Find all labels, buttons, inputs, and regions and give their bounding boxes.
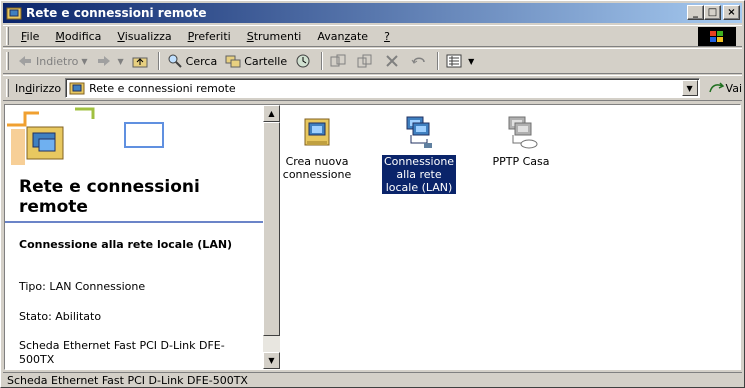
maximize-button[interactable]: □ xyxy=(704,5,721,20)
address-bar: Indirizzo Rete e connessioni remote ▼ Va… xyxy=(3,75,742,101)
new-connection-icon xyxy=(304,118,330,146)
back-dropdown-icon[interactable]: ▼ xyxy=(81,57,87,66)
delete-button[interactable] xyxy=(380,50,407,72)
menu-preferiti[interactable]: Preferiti xyxy=(180,30,239,43)
back-label: Indietro xyxy=(36,54,79,68)
folders-label: Cartelle xyxy=(244,54,288,68)
forward-dropdown-icon[interactable]: ▼ xyxy=(118,57,124,66)
windows-logo-icon xyxy=(698,27,736,46)
search-label: Cerca xyxy=(185,54,218,68)
connection-adapter: Scheda Ethernet Fast PCI D-Link DFE-500T… xyxy=(19,339,225,366)
standard-toolbar: Indietro ▼ ▼ Cerca Cartelle ▼ xyxy=(3,48,742,74)
item-label: Connessione alla rete locale (LAN) xyxy=(381,155,457,194)
forward-arrow-icon xyxy=(97,56,110,66)
address-dropdown-icon[interactable]: ▼ xyxy=(681,80,698,96)
item-label: PPTP Casa xyxy=(492,155,550,168)
scroll-down-button[interactable]: ▼ xyxy=(263,352,280,369)
up-folder-button[interactable] xyxy=(128,50,155,72)
menu-visualizza[interactable]: Visualizza xyxy=(109,30,179,43)
connections-list: Crea nuova connessione Connessione alla … xyxy=(281,105,740,369)
up-folder-icon xyxy=(132,57,148,68)
move-to-icon xyxy=(330,54,346,67)
vpn-connection-icon xyxy=(508,116,538,149)
list-item-new-connection[interactable]: Crea nuova connessione xyxy=(281,109,353,181)
scroll-thumb[interactable] xyxy=(263,122,280,336)
minimize-button[interactable]: _ xyxy=(687,5,704,20)
address-value: Rete e connessioni remote xyxy=(89,81,236,95)
connection-type: Tipo: LAN Connessione xyxy=(19,280,146,293)
menu-avanzate[interactable]: Avanzate xyxy=(309,30,376,43)
views-button[interactable]: ▼ xyxy=(442,50,478,72)
forward-button[interactable]: ▼ xyxy=(92,50,128,72)
selected-connection-title: Connessione alla rete locale (LAN) xyxy=(19,238,233,251)
move-to-button[interactable] xyxy=(326,50,353,72)
address-label: Indirizzo xyxy=(14,81,62,95)
details-header: Rete e connessioni remote xyxy=(5,105,263,223)
search-icon xyxy=(168,54,182,68)
go-button[interactable]: Vai xyxy=(708,80,742,96)
toolbar-separator xyxy=(157,52,160,70)
network-folder-icon xyxy=(69,82,85,95)
address-input[interactable]: Rete e connessioni remote ▼ xyxy=(65,78,700,98)
copy-to-button[interactable] xyxy=(353,50,380,72)
close-button[interactable]: × xyxy=(723,5,740,20)
go-label: Vai xyxy=(725,81,742,95)
toolbar-separator xyxy=(437,52,440,70)
toolbar-separator xyxy=(321,52,324,70)
undo-icon xyxy=(411,57,425,64)
folders-button[interactable]: Cartelle xyxy=(221,50,291,72)
list-item-vpn-connection[interactable]: PPTP Casa xyxy=(485,109,557,168)
explorer-window: Rete e connessioni remote _ □ × File Mod… xyxy=(0,0,745,388)
menu-grip[interactable] xyxy=(6,27,9,45)
scroll-up-button[interactable]: ▲ xyxy=(263,105,280,122)
menu-bar: File Modifica Visualizza Preferiti Strum… xyxy=(3,25,742,47)
copy-to-icon xyxy=(357,54,372,68)
history-icon xyxy=(296,54,310,68)
status-bar: Scheda Ethernet Fast PCI D-Link DFE-500T… xyxy=(3,372,742,387)
menu-strumenti[interactable]: Strumenti xyxy=(239,30,310,43)
delete-icon xyxy=(386,55,398,67)
views-icon xyxy=(446,54,462,68)
status-text: Scheda Ethernet Fast PCI D-Link DFE-500T… xyxy=(7,373,248,387)
search-button[interactable]: Cerca xyxy=(163,50,222,72)
menu-file[interactable]: File xyxy=(13,30,47,43)
toolbar-grip[interactable] xyxy=(6,52,9,70)
network-banner-icon xyxy=(7,107,164,165)
back-button[interactable]: Indietro ▼ xyxy=(13,50,92,72)
details-pane: Rete e connessioni remote Connessione al… xyxy=(5,105,263,369)
lan-connection-icon xyxy=(406,116,432,148)
folders-icon xyxy=(225,55,241,68)
address-grip[interactable] xyxy=(6,79,9,97)
title-bar[interactable]: Rete e connessioni remote _ □ × xyxy=(3,3,742,23)
back-arrow-icon xyxy=(19,56,31,66)
list-item-lan-connection[interactable]: Connessione alla rete locale (LAN) xyxy=(381,109,457,194)
menu-modifica[interactable]: Modifica xyxy=(47,30,109,43)
connection-status: Stato: Abilitato xyxy=(19,310,102,323)
go-arrow-icon xyxy=(708,82,724,93)
item-label: Crea nuova connessione xyxy=(282,155,352,181)
details-title: Rete e connessioni remote xyxy=(19,177,200,217)
views-dropdown-icon[interactable]: ▼ xyxy=(468,57,474,66)
details-scrollbar[interactable]: ▲ ▼ xyxy=(263,105,280,369)
network-folder-icon xyxy=(6,7,22,20)
content-area: Rete e connessioni remote Connessione al… xyxy=(4,104,741,370)
undo-button[interactable] xyxy=(407,50,434,72)
menu-help[interactable]: ? xyxy=(376,30,398,43)
window-title: Rete e connessioni remote xyxy=(26,6,207,20)
history-button[interactable] xyxy=(291,50,318,72)
